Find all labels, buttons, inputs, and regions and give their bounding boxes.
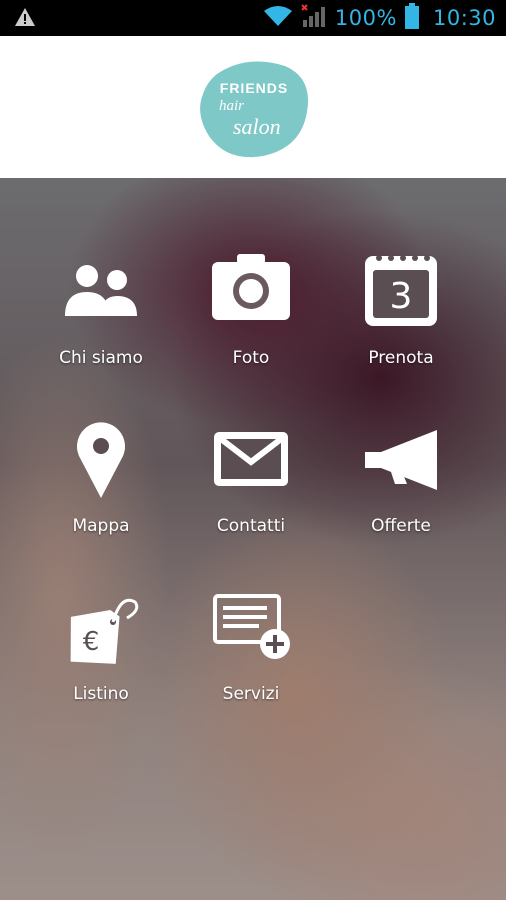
menu-item-prenota[interactable]: 3 Prenota: [326, 252, 476, 402]
menu-grid: Chi siamo Foto 3 Prenota Mappa Contatti …: [0, 178, 506, 900]
menu-item-servizi[interactable]: Servizi: [176, 588, 326, 738]
calendar-icon: 3: [361, 252, 441, 332]
calendar-day: 3: [390, 276, 413, 317]
signal-icon: [301, 4, 327, 32]
menu-item-contatti[interactable]: Contatti: [176, 420, 326, 570]
menu-area: Chi siamo Foto 3 Prenota Mappa Contatti …: [0, 178, 506, 900]
menu-item-label: Foto: [232, 348, 270, 368]
menu-item-label: Servizi: [222, 684, 280, 704]
menu-item-label: Prenota: [368, 348, 434, 368]
clock: 10:30: [432, 6, 496, 30]
wifi-icon: [263, 5, 293, 31]
people-icon: [61, 252, 141, 332]
envelope-icon: [211, 420, 291, 500]
app-logo: FRIENDS hair salon: [197, 56, 311, 160]
menu-item-foto[interactable]: Foto: [176, 252, 326, 402]
menu-item-offerte[interactable]: Offerte: [326, 420, 476, 570]
battery-icon: [404, 3, 419, 33]
currency-symbol: €: [83, 627, 100, 657]
logo-text-hair: hair: [219, 98, 245, 114]
menu-item-label: Listino: [73, 684, 129, 704]
menu-item-label: Contatti: [216, 516, 286, 536]
menu-item-mappa[interactable]: Mappa: [26, 420, 176, 570]
menu-item-label: Chi siamo: [59, 348, 143, 368]
logo-text-salon: salon: [233, 114, 281, 139]
menu-item-listino[interactable]: € Listino: [26, 588, 176, 738]
battery-percent: 100%: [334, 6, 397, 30]
map-pin-icon: [61, 420, 141, 500]
warning-icon: [14, 7, 36, 31]
menu-item-chi-siamo[interactable]: Chi siamo: [26, 252, 176, 402]
price-tag-icon: €: [61, 588, 141, 668]
status-bar: 100% 10:30: [0, 0, 506, 36]
menu-item-label: Offerte: [371, 516, 431, 536]
camera-icon: [211, 252, 291, 332]
app-header: FRIENDS hair salon: [0, 36, 506, 178]
megaphone-icon: [361, 420, 441, 500]
menu-item-label: Mappa: [72, 516, 130, 536]
add-list-icon: [211, 588, 291, 668]
logo-text-friends: FRIENDS: [219, 80, 289, 96]
